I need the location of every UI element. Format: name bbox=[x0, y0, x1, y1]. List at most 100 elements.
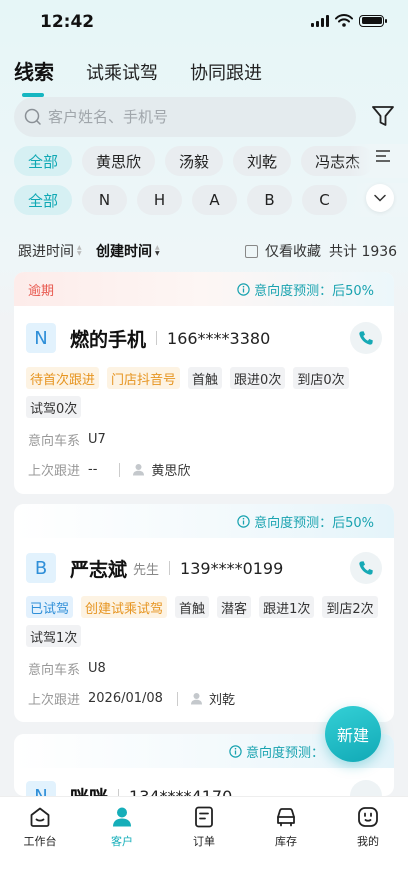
call-button[interactable] bbox=[350, 780, 382, 796]
sort-create-time[interactable]: 创建时间 ▲ ▼ bbox=[96, 241, 160, 261]
nav-item-orders[interactable]: 订单 bbox=[174, 805, 234, 849]
tab-test-drive[interactable]: 试乘试驾 bbox=[86, 59, 158, 85]
car-icon bbox=[277, 808, 295, 827]
tab-collab-followup[interactable]: 协同跟进 bbox=[190, 59, 262, 85]
search-input[interactable] bbox=[48, 108, 328, 126]
tag-row: 已试驾 创建试乘试驾 首触 潜客 跟进1次 到店2次 bbox=[26, 596, 378, 618]
divider bbox=[156, 331, 158, 345]
status-icons bbox=[311, 14, 387, 27]
customer-header: B 严志斌 先生 139****0199 bbox=[26, 553, 283, 583]
letter-chip[interactable]: N bbox=[82, 185, 128, 215]
nav-item-me[interactable]: 我的 bbox=[338, 805, 398, 849]
tag: 到店2次 bbox=[322, 596, 378, 618]
top-tabs: 线索 试乘试驾 协同跟进 bbox=[14, 56, 262, 97]
intent-prediction[interactable]: 意向度预测：后50% bbox=[237, 280, 374, 299]
overdue-badge: 逾期 bbox=[28, 283, 55, 299]
tag: 潜客 bbox=[217, 596, 252, 618]
last-follow-label: 上次跟进 bbox=[28, 693, 81, 708]
favorites-checkbox[interactable] bbox=[245, 244, 258, 258]
intended-model: U7 bbox=[88, 432, 106, 447]
info-icon bbox=[229, 744, 242, 758]
favorites-only-toggle[interactable]: 仅看收藏 bbox=[245, 241, 321, 261]
intended-model-line: 意向车系 U8 bbox=[28, 659, 106, 678]
nav-item-inventory[interactable]: 库存 bbox=[256, 805, 316, 849]
total-count: 共计 1936 bbox=[329, 244, 398, 260]
tag: 跟进1次 bbox=[259, 596, 315, 618]
letter-chip-all[interactable]: 全部 bbox=[14, 185, 73, 215]
search-row bbox=[14, 97, 396, 137]
menu-lines-icon[interactable] bbox=[376, 150, 390, 162]
call-button[interactable] bbox=[350, 322, 382, 354]
chevron-down-icon bbox=[374, 194, 386, 202]
last-follow-label: 上次跟进 bbox=[28, 464, 81, 479]
advisor-name: 黄思欣 bbox=[151, 464, 191, 479]
tag: 首触 bbox=[188, 367, 223, 389]
battery-icon bbox=[359, 14, 387, 27]
new-lead-button[interactable]: 新建 bbox=[325, 706, 381, 762]
tag: 试驾1次 bbox=[26, 625, 82, 647]
expand-letters-button[interactable] bbox=[366, 184, 394, 212]
sort-follow-time-label: 跟进时间 bbox=[18, 244, 74, 260]
divider bbox=[119, 462, 121, 477]
letter-chip[interactable]: A bbox=[192, 185, 238, 215]
nav-label: 客户 bbox=[111, 835, 133, 848]
customer-name: 严志斌 bbox=[70, 558, 128, 581]
lead-card[interactable]: 意向度预测：后50% B 严志斌 先生 139****0199 已试驾 创建试乘… bbox=[14, 504, 394, 722]
letter-chip[interactable]: C bbox=[302, 185, 348, 215]
person-icon bbox=[113, 807, 131, 827]
tag: 到店0次 bbox=[293, 367, 349, 389]
letter-chip[interactable]: H bbox=[137, 185, 183, 215]
wifi-icon bbox=[335, 14, 353, 27]
signal-icon bbox=[311, 14, 329, 27]
advisor-chip[interactable]: 黄思欣 bbox=[82, 146, 156, 176]
status-time: 12:42 bbox=[40, 12, 95, 32]
customer-header: N 咪咪 134****4170 bbox=[26, 781, 232, 796]
intent-prediction[interactable]: 意向度预测： bbox=[229, 742, 324, 761]
call-button[interactable] bbox=[350, 552, 382, 584]
search-icon bbox=[24, 108, 41, 125]
customer-phone: 166****3380 bbox=[167, 328, 271, 348]
source-tag: 门店抖音号 bbox=[107, 367, 181, 389]
tag-row: 试驾1次 bbox=[26, 625, 82, 647]
nav-item-customers[interactable]: 客户 bbox=[92, 805, 152, 849]
favorites-only-label: 仅看收藏 bbox=[265, 244, 321, 260]
lead-card[interactable]: 逾期 意向度预测：后50% N 燃的手机 166****3380 待首次跟进 门… bbox=[14, 272, 394, 494]
status-tag: 已试驾 bbox=[26, 596, 74, 618]
customer-name: 燃的手机 bbox=[70, 328, 147, 351]
tab-leads[interactable]: 线索 bbox=[14, 56, 54, 97]
customer-phone: 134****4170 bbox=[129, 786, 233, 797]
last-follow-date: -- bbox=[88, 462, 98, 477]
info-icon bbox=[237, 282, 250, 296]
avatar: N bbox=[26, 323, 56, 353]
sort-create-time-label: 创建时间 bbox=[96, 244, 152, 260]
card-banner: 意向度预测：后50% bbox=[14, 504, 394, 538]
smile-icon bbox=[358, 807, 378, 827]
nav-label: 订单 bbox=[193, 835, 215, 848]
intended-model-line: 意向车系 U7 bbox=[28, 430, 106, 449]
intended-model-label: 意向车系 bbox=[28, 663, 81, 678]
phone-icon bbox=[359, 331, 373, 345]
tag: 跟进0次 bbox=[230, 367, 286, 389]
divider bbox=[176, 691, 178, 706]
order-icon bbox=[195, 806, 213, 828]
advisor-chip[interactable]: 汤毅 bbox=[165, 146, 224, 176]
customer-header: N 燃的手机 166****3380 bbox=[26, 323, 270, 353]
intent-prediction[interactable]: 意向度预测：后50% bbox=[237, 512, 374, 531]
search-box[interactable] bbox=[14, 97, 356, 137]
status-tag: 待首次跟进 bbox=[26, 367, 100, 389]
advisor-name: 刘乾 bbox=[208, 693, 235, 708]
advisor-chip[interactable]: 刘乾 bbox=[233, 146, 292, 176]
home-icon bbox=[30, 807, 50, 827]
last-follow-line: 上次跟进 -- 黄思欣 bbox=[28, 460, 190, 479]
sort-arrows-icon: ▲ ▼ bbox=[155, 244, 160, 257]
nav-item-workbench[interactable]: 工作台 bbox=[10, 805, 70, 849]
letter-filter-row: 全部 N H A B C bbox=[14, 185, 348, 215]
advisor-chip-all[interactable]: 全部 bbox=[14, 146, 73, 176]
bottom-nav: 工作台 客户 订单 库存 我的 bbox=[0, 796, 408, 883]
nav-label: 工作台 bbox=[23, 835, 57, 848]
letter-chip[interactable]: B bbox=[247, 185, 293, 215]
sort-follow-time[interactable]: 跟进时间 ▲ ▼ bbox=[18, 241, 82, 261]
intended-model: U8 bbox=[88, 661, 106, 676]
tag: 首触 bbox=[175, 596, 210, 618]
filter-icon[interactable] bbox=[370, 103, 396, 129]
